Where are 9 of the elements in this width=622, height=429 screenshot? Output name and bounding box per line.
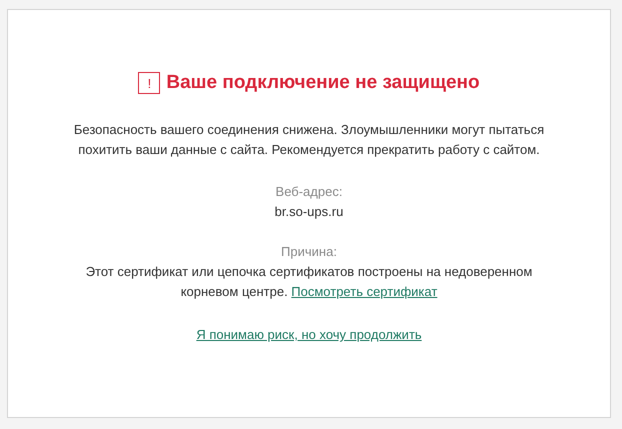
warning-title: Ваше подключение не защищено (166, 71, 480, 95)
continue-link[interactable]: Я понимаю риск, но хочу продолжить (196, 325, 422, 345)
reason-label: Причина: (281, 243, 337, 261)
address-value: br.so-ups.ru (274, 203, 344, 221)
description-text: Безопасность вашего соединения снижена. Злоумышленники могут пытаться похитить ваши данные с сайта. Рекомендуется прекратить работу с сайтом. (72, 121, 546, 159)
address-label: Веб-адрес: (276, 183, 342, 201)
reason-text: Этот сертификат или цепочка сертификатов построены на недоверенном корневом центре. Посмотреть сертификат (84, 263, 534, 301)
warning-icon: ! (138, 72, 160, 94)
view-certificate-link[interactable]: Посмотреть сертификат (291, 284, 438, 299)
